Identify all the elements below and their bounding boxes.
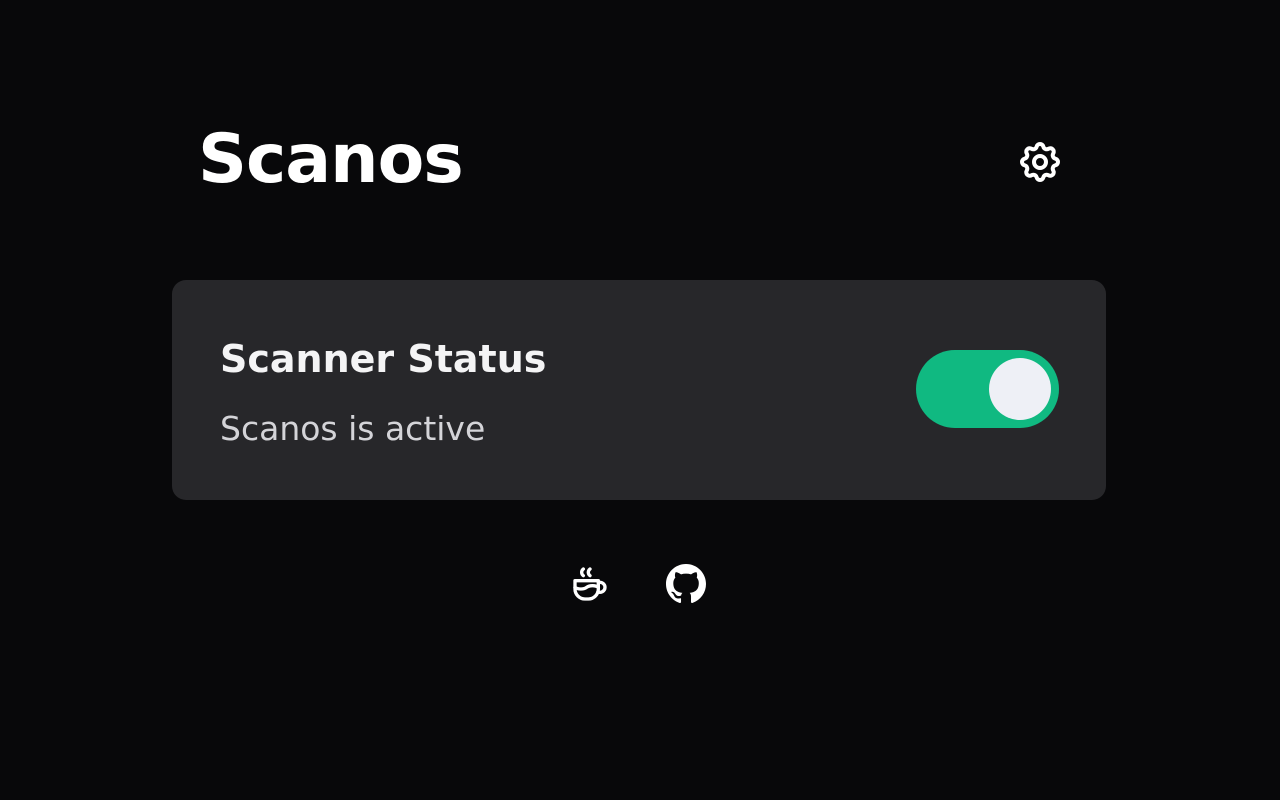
gear-icon — [1016, 138, 1064, 190]
app-title: Scanos — [198, 120, 464, 199]
card-title: Scanner Status — [220, 337, 547, 381]
scanner-status-card: Scanner Status Scanos is active — [172, 280, 1106, 500]
github-link[interactable] — [662, 562, 710, 610]
app-root: Scanos Scanner Status Scanos is active — [0, 0, 1280, 800]
toggle-knob — [989, 358, 1051, 420]
status-text: Scanos is active — [220, 409, 486, 448]
settings-button[interactable] — [1012, 136, 1068, 192]
github-icon — [666, 564, 706, 608]
footer-links — [566, 562, 710, 610]
coffee-icon — [570, 564, 610, 608]
scanner-toggle[interactable] — [916, 350, 1059, 428]
donate-link[interactable] — [566, 562, 614, 610]
